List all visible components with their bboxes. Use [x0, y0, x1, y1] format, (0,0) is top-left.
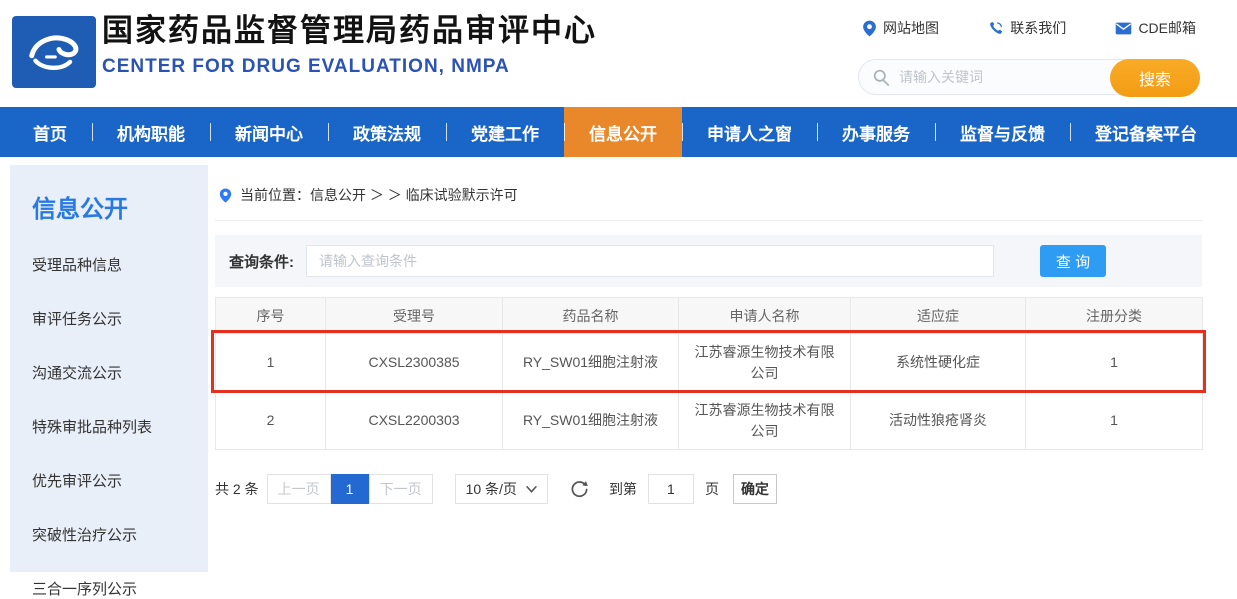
- site-search-button[interactable]: 搜索: [1110, 59, 1200, 97]
- table-header-registration-class: 注册分类: [1026, 298, 1203, 334]
- table-row[interactable]: 1 CXSL2300385 RY_SW01细胞注射液 江苏睿源生物技术有限公司 …: [216, 334, 1203, 392]
- nav-item-policies[interactable]: 政策法规: [328, 107, 446, 157]
- table-header-applicant: 申请人名称: [679, 298, 851, 334]
- table-header-acceptance-no: 受理号: [326, 298, 503, 334]
- refresh-icon: [570, 480, 589, 499]
- cell-indication: 系统性硬化症: [851, 334, 1026, 392]
- quick-link-label: 网站地图: [883, 18, 939, 38]
- page-body: 信息公开 受理品种信息 审评任务公示 沟通交流公示 特殊审批品种列表 优先审评公…: [0, 165, 1237, 572]
- page-size-value: 10 条/页: [466, 479, 517, 499]
- header-right: 网站地图 联系我们 CDE邮箱: [858, 18, 1200, 95]
- sidebar-item-communication[interactable]: 沟通交流公示: [32, 362, 208, 383]
- sidebar-title: 信息公开: [32, 189, 208, 224]
- nav-item-services[interactable]: 办事服务: [817, 107, 935, 157]
- sidebar-list: 受理品种信息 审评任务公示 沟通交流公示 特殊审批品种列表 优先审评公示 突破性…: [32, 254, 208, 599]
- mail-icon: [1115, 22, 1132, 35]
- site-title: 国家药品监督管理局药品审评中心: [102, 12, 597, 51]
- next-page-button[interactable]: 下一页: [369, 474, 433, 504]
- nav-item-org-functions[interactable]: 机构职能: [92, 107, 210, 157]
- site-subtitle: CENTER FOR DRUG EVALUATION, NMPA: [102, 56, 597, 78]
- results-table-wrap: 序号 受理号 药品名称 申请人名称 适应症 注册分类 1 CXSL2300385…: [215, 297, 1202, 450]
- table-header-row: 序号 受理号 药品名称 申请人名称 适应症 注册分类: [216, 298, 1203, 334]
- query-label: 查询条件:: [229, 251, 294, 272]
- pagination: 共 2 条 上一页 1 下一页 10 条/页 到第 页 确定: [215, 474, 1202, 504]
- quick-links: 网站地图 联系我们 CDE邮箱: [858, 18, 1200, 38]
- breadcrumb: 当前位置：信息公开 ＞ ＞ 临床试验默示许可: [215, 165, 1202, 221]
- table-header-seq: 序号: [216, 298, 326, 334]
- table-header-drug-name: 药品名称: [503, 298, 679, 334]
- sidebar-item-accepted-products[interactable]: 受理品种信息: [32, 254, 208, 275]
- query-button[interactable]: 查 询: [1040, 245, 1106, 277]
- cell-drug-name: RY_SW01细胞注射液: [503, 334, 679, 392]
- current-page-button[interactable]: 1: [331, 474, 369, 504]
- table-header-indication: 适应症: [851, 298, 1026, 334]
- contact-us-link[interactable]: 联系我们: [988, 18, 1066, 38]
- table-row[interactable]: 2 CXSL2200303 RY_SW01细胞注射液 江苏睿源生物技术有限公司 …: [216, 392, 1203, 450]
- cell-applicant: 江苏睿源生物技术有限公司: [679, 392, 851, 450]
- pagination-total: 共 2 条: [215, 479, 259, 499]
- pager-group: 上一页 1 下一页: [267, 474, 433, 504]
- sidebar-item-three-in-one[interactable]: 三合一序列公示: [32, 578, 208, 599]
- cell-indication: 活动性狼疮肾炎: [851, 392, 1026, 450]
- confirm-button[interactable]: 确定: [733, 474, 777, 504]
- site-title-block: 国家药品监督管理局药品审评中心 CENTER FOR DRUG EVALUATI…: [102, 12, 597, 78]
- cell-acceptance-no: CXSL2300385: [326, 334, 503, 392]
- sidebar-item-special-approval-list[interactable]: 特殊审批品种列表: [32, 416, 208, 437]
- sidebar-item-review-tasks[interactable]: 审评任务公示: [32, 308, 208, 329]
- cell-applicant: 江苏睿源生物技术有限公司: [679, 334, 851, 392]
- sidebar: 信息公开 受理品种信息 审评任务公示 沟通交流公示 特殊审批品种列表 优先审评公…: [10, 165, 208, 572]
- phone-icon: [988, 20, 1004, 36]
- cell-registration-class: 1: [1026, 334, 1203, 392]
- cell-seq: 2: [216, 392, 326, 450]
- refresh-button[interactable]: [570, 480, 589, 499]
- location-pin-icon: [219, 187, 232, 204]
- search-icon: [873, 69, 890, 86]
- location-pin-icon: [862, 20, 877, 37]
- cell-drug-name: RY_SW01细胞注射液: [503, 392, 679, 450]
- nav-item-party-building[interactable]: 党建工作: [446, 107, 564, 157]
- sidebar-item-priority-review[interactable]: 优先审评公示: [32, 470, 208, 491]
- quick-link-label: CDE邮箱: [1138, 18, 1196, 38]
- quick-link-label: 联系我们: [1010, 18, 1066, 38]
- cell-acceptance-no: CXSL2200303: [326, 392, 503, 450]
- main-content: 当前位置：信息公开 ＞ ＞ 临床试验默示许可 查询条件: 查 询 序号 受理号 …: [215, 165, 1202, 572]
- site-map-link[interactable]: 网站地图: [862, 18, 939, 38]
- nav-item-supervision-feedback[interactable]: 监督与反馈: [935, 107, 1070, 157]
- cde-logo-swoosh-icon: [23, 26, 85, 78]
- nav-item-info-disclosure[interactable]: 信息公开: [564, 107, 682, 157]
- cell-seq: 1: [216, 334, 326, 392]
- top-header: 国家药品监督管理局药品审评中心 CENTER FOR DRUG EVALUATI…: [0, 0, 1237, 107]
- results-table: 序号 受理号 药品名称 申请人名称 适应症 注册分类 1 CXSL2300385…: [215, 297, 1203, 450]
- goto-unit-label: 页: [705, 479, 719, 499]
- sidebar-item-breakthrough-therapy[interactable]: 突破性治疗公示: [32, 524, 208, 545]
- goto-page-input[interactable]: [648, 474, 694, 504]
- nav-item-registration-platform[interactable]: 登记备案平台: [1070, 107, 1222, 157]
- cde-logo: [12, 16, 96, 88]
- site-search-bar: 搜索: [858, 59, 1200, 95]
- breadcrumb-text: 当前位置：信息公开 ＞ ＞ 临床试验默示许可: [240, 185, 518, 205]
- nav-item-applicant-window[interactable]: 申请人之窗: [682, 107, 817, 157]
- query-bar: 查询条件: 查 询: [215, 235, 1202, 287]
- nav-item-news-center[interactable]: 新闻中心: [210, 107, 328, 157]
- cell-registration-class: 1: [1026, 392, 1203, 450]
- goto-label: 到第: [609, 479, 637, 499]
- cde-mailbox-link[interactable]: CDE邮箱: [1115, 18, 1196, 38]
- main-nav: 首页 机构职能 新闻中心 政策法规 党建工作 信息公开 申请人之窗 办事服务 监…: [0, 107, 1237, 157]
- prev-page-button[interactable]: 上一页: [267, 474, 331, 504]
- chevron-down-icon: [526, 486, 537, 493]
- query-input[interactable]: [306, 245, 994, 277]
- nav-item-home[interactable]: 首页: [8, 107, 92, 157]
- page-size-select[interactable]: 10 条/页: [455, 474, 548, 504]
